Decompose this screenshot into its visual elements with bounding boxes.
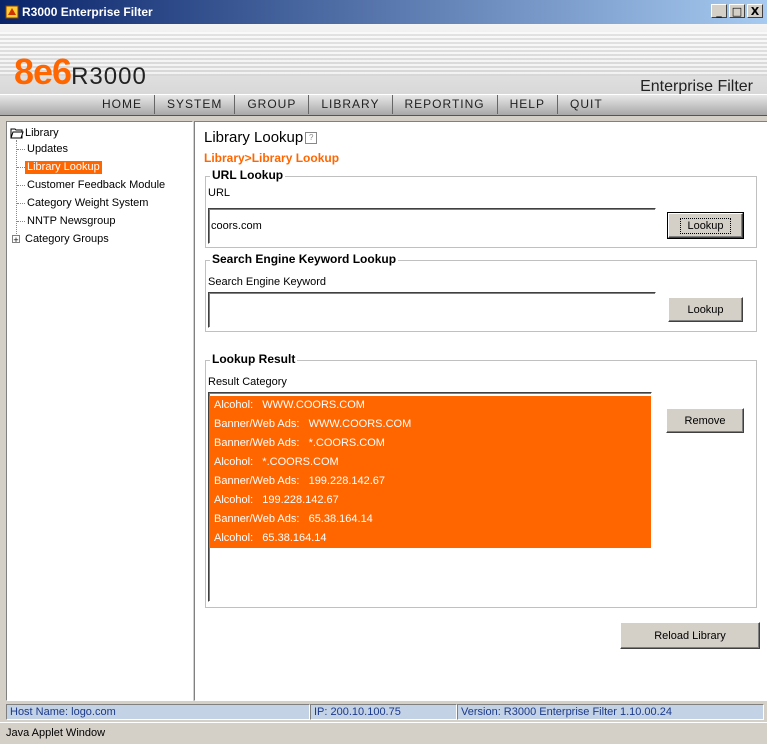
breadcrumb: Library>Library Lookup [204,151,340,165]
url-lookup-group: URL Lookup URL coors.com Lookup [205,168,757,248]
tree-item-library-lookup[interactable]: Library Lookup [25,161,102,174]
status-version: Version: R3000 Enterprise Filter 1.10.00… [457,704,764,720]
status-bar: Host Name: logo.com IP: 200.10.100.75 Ve… [6,704,764,720]
app-banner: 8e6R3000 Enterprise Filter [0,24,767,95]
keyword-input[interactable] [208,292,656,328]
result-list-item[interactable]: Banner/Web Ads: 65.38.164.14 [209,510,651,529]
nav-system[interactable]: SYSTEM [154,95,234,114]
close-button[interactable]: X [747,4,763,18]
tree-item-category-weight[interactable]: Category Weight System [27,197,148,210]
logo: 8e6R3000 [14,54,147,95]
result-category-list[interactable]: Alcohol: WWW.COORS.COM Banner/Web Ads: W… [208,392,652,602]
result-list-item[interactable]: Alcohol: *.COORS.COM [209,453,651,472]
tree-item-category-groups[interactable]: Category Groups [25,233,109,246]
java-applet-bar: Java Applet Window [0,722,767,743]
keyword-lookup-legend: Search Engine Keyword Lookup [210,252,399,266]
result-list-item[interactable]: Alcohol: 199.228.142.67 [209,491,651,510]
keyword-label: Search Engine Keyword [208,276,327,288]
tree-connector [17,221,25,222]
result-list-item[interactable]: Alcohol: WWW.COORS.COM [209,396,651,415]
library-tree-panel: Library Updates Library Lookup Customer … [6,121,193,701]
tree-connector [17,167,25,168]
maximize-button[interactable]: □ [729,4,745,18]
minimize-button[interactable]: _ [711,4,727,18]
nav-group[interactable]: GROUP [234,95,308,114]
tree-connector [17,203,25,204]
keyword-lookup-button[interactable]: Lookup [668,297,743,322]
window-title: R3000 Enterprise Filter [22,5,153,19]
expand-icon[interactable]: + [12,235,20,245]
lookup-result-group: Lookup Result Result Category Alcohol: W… [205,352,757,608]
folder-open-icon [10,128,24,139]
page-title: Library Lookup? [204,129,318,146]
logo-brand: 8e6 [14,51,72,92]
result-list-item[interactable]: Banner/Web Ads: WWW.COORS.COM [209,415,651,434]
title-bar: R3000 Enterprise Filter _ □ X [0,0,767,24]
status-host: Host Name: logo.com [6,704,310,720]
url-lookup-button-label: Lookup [680,217,731,234]
help-icon[interactable]: ? [305,132,318,145]
result-list-item[interactable]: Banner/Web Ads: 199.228.142.67 [209,472,651,491]
app-icon [5,5,19,19]
tree-item-updates[interactable]: Updates [27,143,68,156]
result-category-label: Result Category [208,376,287,388]
nav-library[interactable]: LIBRARY [308,95,391,114]
lookup-result-legend: Lookup Result [210,352,298,366]
page-title-text: Library Lookup [204,129,304,146]
tree-root-library[interactable]: Library [25,127,59,140]
main-nav: HOME SYSTEM GROUP LIBRARY REPORTING HELP… [0,94,767,116]
application-window: R3000 Enterprise Filter _ □ X 8e6R3000 E… [0,0,767,743]
url-lookup-legend: URL Lookup [210,168,286,182]
url-label: URL [208,187,231,199]
url-input[interactable]: coors.com [208,208,656,244]
logo-product: R3000 [71,63,147,90]
nav-home[interactable]: HOME [90,95,154,114]
tree-connector [17,149,25,150]
nav-reporting[interactable]: REPORTING [391,95,497,114]
status-ip: IP: 200.10.100.75 [310,704,457,720]
main-content: Library Lookup? Library>Library Lookup U… [194,121,767,701]
tree-item-customer-feedback[interactable]: Customer Feedback Module [27,179,165,192]
result-list-item[interactable]: Banner/Web Ads: *.COORS.COM [209,434,651,453]
nav-quit[interactable]: QUIT [556,95,615,114]
window-controls: _ □ X [711,4,763,18]
url-lookup-button[interactable]: Lookup [667,212,744,239]
keyword-lookup-group: Search Engine Keyword Lookup Search Engi… [205,252,757,332]
result-list-item[interactable]: Alcohol: 65.38.164.14 [209,529,651,548]
reload-library-button[interactable]: Reload Library [620,622,760,649]
nav-help[interactable]: HELP [496,95,557,114]
tree-item-nntp-newsgroup[interactable]: NNTP Newsgroup [27,215,115,228]
remove-button[interactable]: Remove [666,408,744,433]
tree-connector [17,185,25,186]
tree-connector [16,140,17,240]
